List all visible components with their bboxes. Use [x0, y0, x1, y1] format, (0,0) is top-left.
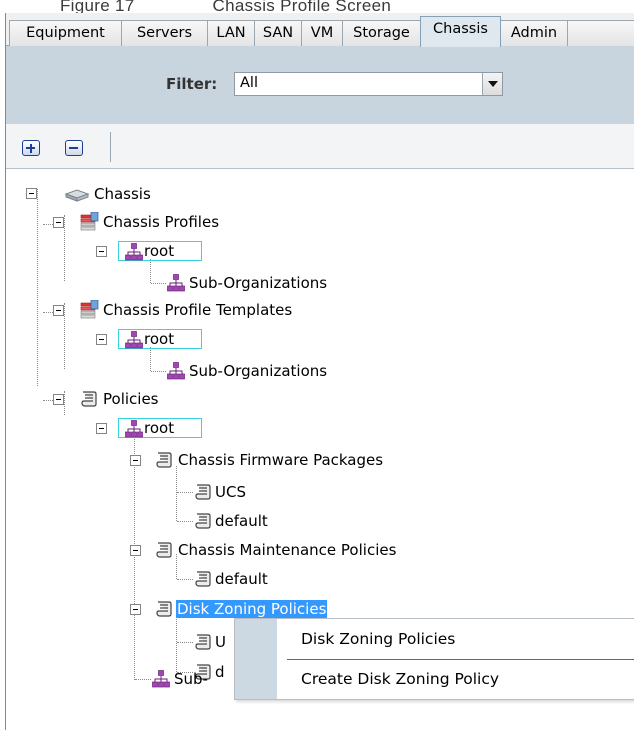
tree-label: U [215, 633, 226, 651]
organization-icon [125, 420, 143, 438]
tree-connector [134, 435, 135, 680]
chassis-icon [64, 189, 90, 202]
context-menu-header: Disk Zoning Policies [277, 619, 634, 659]
server-profile-template-icon [80, 300, 99, 319]
tree-label: Chassis Profiles [103, 213, 220, 231]
collapse-toggle-icon[interactable] [130, 455, 141, 466]
collapse-toggle-icon[interactable] [96, 334, 107, 345]
organization-icon [125, 243, 143, 261]
tree-label: default [215, 512, 268, 530]
policy-scroll-icon [195, 513, 211, 529]
tab-admin[interactable]: Admin [500, 20, 568, 46]
tree-connector [177, 492, 193, 493]
plus-icon[interactable] [22, 140, 40, 156]
tree-label: d [215, 663, 225, 681]
tree-label: UCS [215, 483, 246, 501]
tree-connector [150, 347, 151, 371]
tree-connector [64, 215, 65, 281]
filter-label: Filter: [166, 75, 218, 93]
collapse-toggle-icon[interactable] [53, 305, 64, 316]
filter-dropdown[interactable]: All [234, 72, 503, 96]
tree-label: default [215, 570, 268, 588]
tree-connector [151, 283, 166, 284]
tree-label: Sub- [174, 670, 208, 688]
collapse-toggle-icon[interactable] [26, 188, 37, 199]
tree-label: Chassis Maintenance Policies [178, 541, 397, 559]
policy-scroll-icon [156, 452, 172, 468]
collapse-toggle-icon[interactable] [53, 217, 64, 228]
context-menu: Disk Zoning Policies Create Disk Zoning … [234, 618, 634, 700]
policy-scroll-icon [195, 634, 211, 650]
tree-connector [176, 614, 177, 674]
tree-connector [135, 679, 151, 680]
policy-scroll-icon [81, 391, 97, 407]
tree-label: Chassis Firmware Packages [178, 451, 384, 469]
policy-scroll-icon [195, 571, 211, 587]
tab-overflow[interactable] [567, 20, 634, 46]
policy-scroll-icon [195, 484, 211, 500]
toolbar-divider [110, 132, 111, 162]
tree-label: Policies [103, 390, 159, 408]
tree-connector [177, 521, 193, 522]
tree-label: Sub-Organizations [189, 274, 328, 292]
tree-label: root [144, 330, 175, 348]
collapse-toggle-icon[interactable] [96, 246, 107, 257]
create-disk-zoning-policy-menu-item[interactable]: Create Disk Zoning Policy [277, 660, 634, 700]
tab-equipment[interactable]: Equipment [9, 20, 122, 46]
tree-label: Disk Zoning Policies [176, 600, 328, 618]
policy-scroll-icon [156, 601, 172, 617]
tree-connector [176, 466, 177, 521]
server-profile-icon [80, 212, 99, 231]
tab-bar: Equipment Servers LAN SAN VM Storage Cha… [6, 13, 634, 47]
filter-value: All [240, 75, 258, 91]
tree-label: root [144, 242, 175, 260]
tree-connector [37, 189, 38, 386]
collapse-toggle-icon[interactable] [53, 394, 64, 405]
tree-toolbar [6, 124, 634, 169]
chevron-down-icon[interactable] [482, 73, 502, 95]
collapse-toggle-icon[interactable] [96, 423, 107, 434]
collapse-toggle-icon[interactable] [130, 545, 141, 556]
tree-connector [151, 371, 166, 372]
tab-chassis[interactable]: Chassis [420, 16, 501, 47]
tree-connector [64, 303, 65, 369]
organization-icon [167, 362, 185, 380]
tree-label: root [144, 419, 175, 437]
tab-lan[interactable]: LAN [207, 20, 255, 46]
filter-bar: Filter: All [6, 46, 634, 124]
tree-label: Chassis Profile Templates [103, 301, 293, 319]
organization-icon [167, 274, 185, 292]
tree-connector [177, 642, 193, 643]
organization-icon [152, 670, 170, 688]
minus-icon[interactable] [65, 140, 83, 156]
ucs-manager-window: Equipment Servers LAN SAN VM Storage Cha… [5, 13, 634, 730]
context-menu-gutter [235, 619, 277, 699]
tree-connector [177, 579, 193, 580]
policy-scroll-icon [156, 542, 172, 558]
tab-servers[interactable]: Servers [121, 20, 208, 46]
tab-storage[interactable]: Storage [342, 20, 421, 46]
tree-label: Sub-Organizations [189, 362, 328, 380]
organization-icon [125, 331, 143, 349]
tree-connector [150, 259, 151, 283]
tab-vm[interactable]: VM [301, 20, 343, 46]
tree-connector [64, 391, 65, 415]
context-menu-header-label: Disk Zoning Policies [301, 630, 456, 648]
collapse-toggle-icon[interactable] [130, 604, 141, 615]
tab-san[interactable]: SAN [254, 20, 302, 46]
menu-item-label: Create Disk Zoning Policy [301, 670, 500, 688]
tree-label: Chassis [94, 185, 151, 203]
